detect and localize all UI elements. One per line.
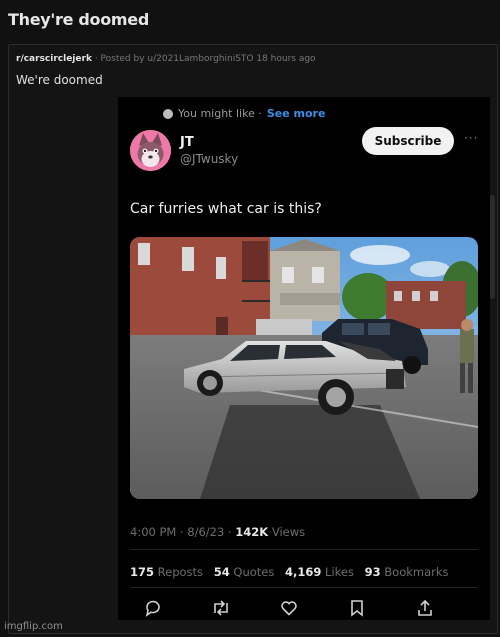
author-name[interactable]: JT: [180, 135, 194, 150]
tweet-photo[interactable]: [130, 237, 478, 499]
tweet-screenshot: You might like · See more JT @JTwusky Su…: [118, 97, 490, 620]
stat-quotes[interactable]: 54 Quotes: [214, 565, 275, 579]
stat-bookmarks[interactable]: 93 Bookmarks: [365, 565, 449, 579]
divider: [130, 549, 478, 550]
like-icon[interactable]: [278, 597, 300, 619]
suggestion-row: You might like · See more: [163, 107, 325, 120]
suggestion-icon: [163, 108, 173, 119]
subscribe-button[interactable]: Subscribe: [362, 127, 454, 155]
imgflip-watermark: imgflip.com: [4, 621, 63, 632]
bookmark-icon[interactable]: [346, 597, 368, 619]
tweet-actions: [142, 597, 476, 620]
stat-reposts[interactable]: 175 Reposts: [130, 565, 203, 579]
post-text: We're doomed: [16, 73, 103, 87]
avatar[interactable]: [130, 130, 171, 171]
subreddit-link[interactable]: r/carscirclejerk: [16, 54, 92, 64]
views-count: 142K: [235, 525, 269, 539]
post-meta: r/carscirclejerk · Posted by u/2021Lambo…: [16, 54, 316, 64]
tweet-timestamp: 4:00 PM · 8/6/23 · 142K Views: [130, 525, 305, 539]
likes-count: 4,169: [285, 565, 322, 579]
likes-label: Likes: [325, 565, 354, 579]
repost-icon[interactable]: [210, 597, 232, 619]
suggestion-text: You might like ·: [178, 107, 262, 120]
bookmarks-label: Bookmarks: [384, 565, 449, 579]
tweet-stats: 175 Reposts 54 Quotes 4,169 Likes 93 Boo…: [130, 565, 456, 579]
quotes-count: 54: [213, 565, 230, 579]
posted-by: · Posted by u/2021LamborghiniSTO 18 hour…: [94, 54, 316, 64]
views-label: Views: [271, 525, 306, 539]
bookmarks-count: 93: [364, 565, 381, 579]
scrollbar[interactable]: [490, 195, 495, 299]
share-icon[interactable]: [414, 597, 436, 619]
stat-likes[interactable]: 4,169 Likes: [285, 565, 354, 579]
reply-icon[interactable]: [142, 597, 164, 619]
divider: [130, 587, 478, 588]
page-title: They're doomed: [8, 10, 150, 29]
reposts-label: Reposts: [157, 565, 204, 579]
tweet-time: 4:00 PM · 8/6/23 ·: [130, 525, 232, 539]
tweet-text: Car furries what car is this?: [130, 201, 322, 217]
more-options-icon[interactable]: ···: [464, 131, 478, 145]
reposts-count: 175: [130, 565, 155, 579]
quotes-label: Quotes: [233, 565, 275, 579]
see-more-link[interactable]: See more: [267, 107, 326, 120]
author-handle[interactable]: @JTwusky: [180, 152, 238, 166]
